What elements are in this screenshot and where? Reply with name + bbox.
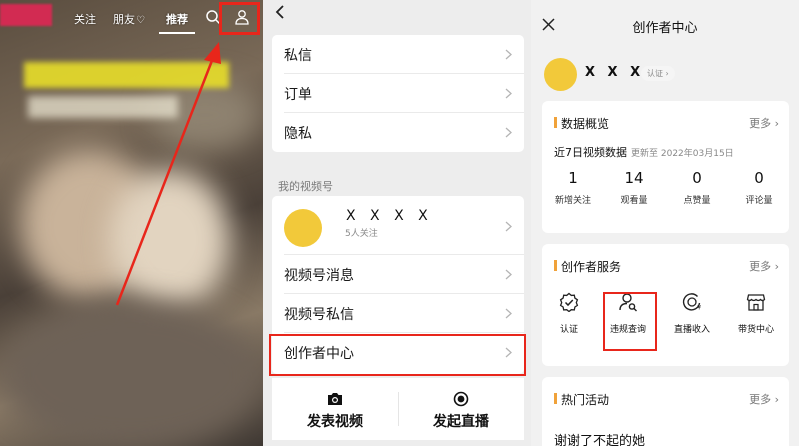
stat-label: 点赞量 [683,196,711,206]
active-tab-indicator [159,32,195,34]
card-title: 热门活动 [561,393,610,407]
stat-likes[interactable]: 0 点赞量 [666,169,728,206]
highlight-box-creator-center [269,334,526,376]
chevron-right-icon [505,127,512,138]
menu-item-label: 订单 [284,87,312,103]
menu-item-channel-dm[interactable]: 视频号私信 [272,294,524,333]
channel-name: X X X X [346,208,433,224]
post-video-button[interactable]: 发表视频 [272,378,398,440]
menu-item-label: 隐私 [284,126,312,142]
menu-card: 私信 订单 隐私 [272,35,524,152]
chevron-right-icon [505,269,512,280]
video-blur-shape [0,300,263,446]
card-title: 创作者服务 [561,260,622,274]
hot-activities-card: 热门活动 更多 › 谢谢了不起的她 [542,377,789,446]
live-icon [453,391,469,407]
menu-item-messages[interactable]: 私信 [272,35,524,74]
range-label: 近7日视频数据 [554,146,627,159]
channel-profile-row[interactable]: X X X X 5人关注 [272,196,524,255]
stat-label: 评论量 [745,196,773,206]
camera-icon [328,393,342,405]
chevron-right-icon [505,221,512,232]
more-label: 更多 [749,260,772,273]
menu-item-orders[interactable]: 订单 [272,74,524,113]
updated-time: 更新至 2022年03月15日 [631,149,734,159]
service-live-income[interactable]: ¥ 直播收入 [661,292,723,335]
stat-value: 0 [754,169,764,187]
activity-item[interactable]: 谢谢了不起的她 [554,430,645,446]
start-live-label: 发起直播 [433,414,489,430]
video-caption-blurred [24,62,229,88]
more-label: 更多 [749,393,772,406]
stat-label: 新增关注 [554,196,591,206]
more-link[interactable]: 更多 › [749,258,779,274]
heart-icon: ♡ [136,15,145,26]
creator-services-card: 创作者服务 更多 › 认证 违规查询 ¥ 直播收入 带货中心 [542,244,789,366]
stat-value: 14 [624,169,644,187]
start-live-button[interactable]: 发起直播 [398,378,524,440]
more-label: 更多 [749,117,772,130]
verify-badge[interactable]: 认证 › [641,66,675,81]
page-title: 创作者中心 [632,21,698,36]
service-label: 认证 [559,325,578,335]
section-title: 我的视频号 [278,180,333,193]
accent-bar [554,117,557,128]
stat-views[interactable]: 14 观看量 [603,169,665,206]
video-blur-shape [110,170,230,310]
action-bar: 发表视频 发起直播 [272,378,524,440]
data-overview-card: 数据概览 更多 › 近7日视频数据 更新至 2022年03月15日 1 新增关注 … [542,101,789,233]
avatar [284,209,322,247]
tab-friends-label: 朋友 [113,13,135,26]
accent-bar [554,393,557,404]
highlight-box-violation-query [603,292,657,351]
chevron-right-icon [505,88,512,99]
video-caption-blurred [28,96,178,118]
menu-item-label: 视频号消息 [284,268,354,284]
avatar[interactable] [544,58,577,91]
badge-check-icon [559,292,579,312]
menu-item-channel-messages[interactable]: 视频号消息 [272,255,524,294]
more-link[interactable]: 更多 › [749,115,779,131]
verify-label: 认证 [647,69,663,78]
stat-new-followers[interactable]: 1 新增关注 [542,169,604,206]
service-store-center[interactable]: 带货中心 [725,292,787,335]
stat-value: 1 [568,169,578,187]
settings-panel: 私信 订单 隐私 我的视频号 X X X X 5人关注 视频号消息 视频号私信 … [263,0,531,446]
card-title: 数据概览 [561,117,610,131]
stat-value: 0 [692,169,702,187]
service-label: 带货中心 [737,325,774,335]
data-range: 近7日视频数据 更新至 2022年03月15日 [554,144,734,160]
stat-label: 观看量 [620,196,648,206]
chevron-right-icon [505,49,512,60]
svg-text:¥: ¥ [697,305,701,312]
menu-item-label: 私信 [284,48,312,64]
stat-comments[interactable]: 0 评论量 [728,169,790,206]
more-link[interactable]: 更多 › [749,391,779,407]
menu-item-label: 视频号私信 [284,307,354,323]
tab-friends[interactable]: 朋友♡ [113,11,145,27]
service-verification[interactable]: 认证 [538,292,600,335]
live-income-icon: ¥ [682,293,701,312]
creator-center-panel: 创作者中心 X X X X 认证 › 数据概览 更多 › 近7日视频数据 更新至 … [531,0,799,446]
channel-followers: 5人关注 [345,229,378,239]
store-icon [746,294,766,311]
post-video-label: 发表视频 [307,414,363,430]
video-feed-panel: 关注 朋友♡ 推荐 [0,0,263,446]
tab-follow[interactable]: 关注 [74,11,96,27]
tab-recommend[interactable]: 推荐 [166,11,188,27]
chevron-right-icon [505,308,512,319]
back-icon[interactable] [273,3,287,21]
service-label: 直播收入 [673,325,710,335]
accent-bar [554,260,557,271]
highlight-box-profile [219,2,260,35]
menu-item-privacy[interactable]: 隐私 [272,113,524,152]
